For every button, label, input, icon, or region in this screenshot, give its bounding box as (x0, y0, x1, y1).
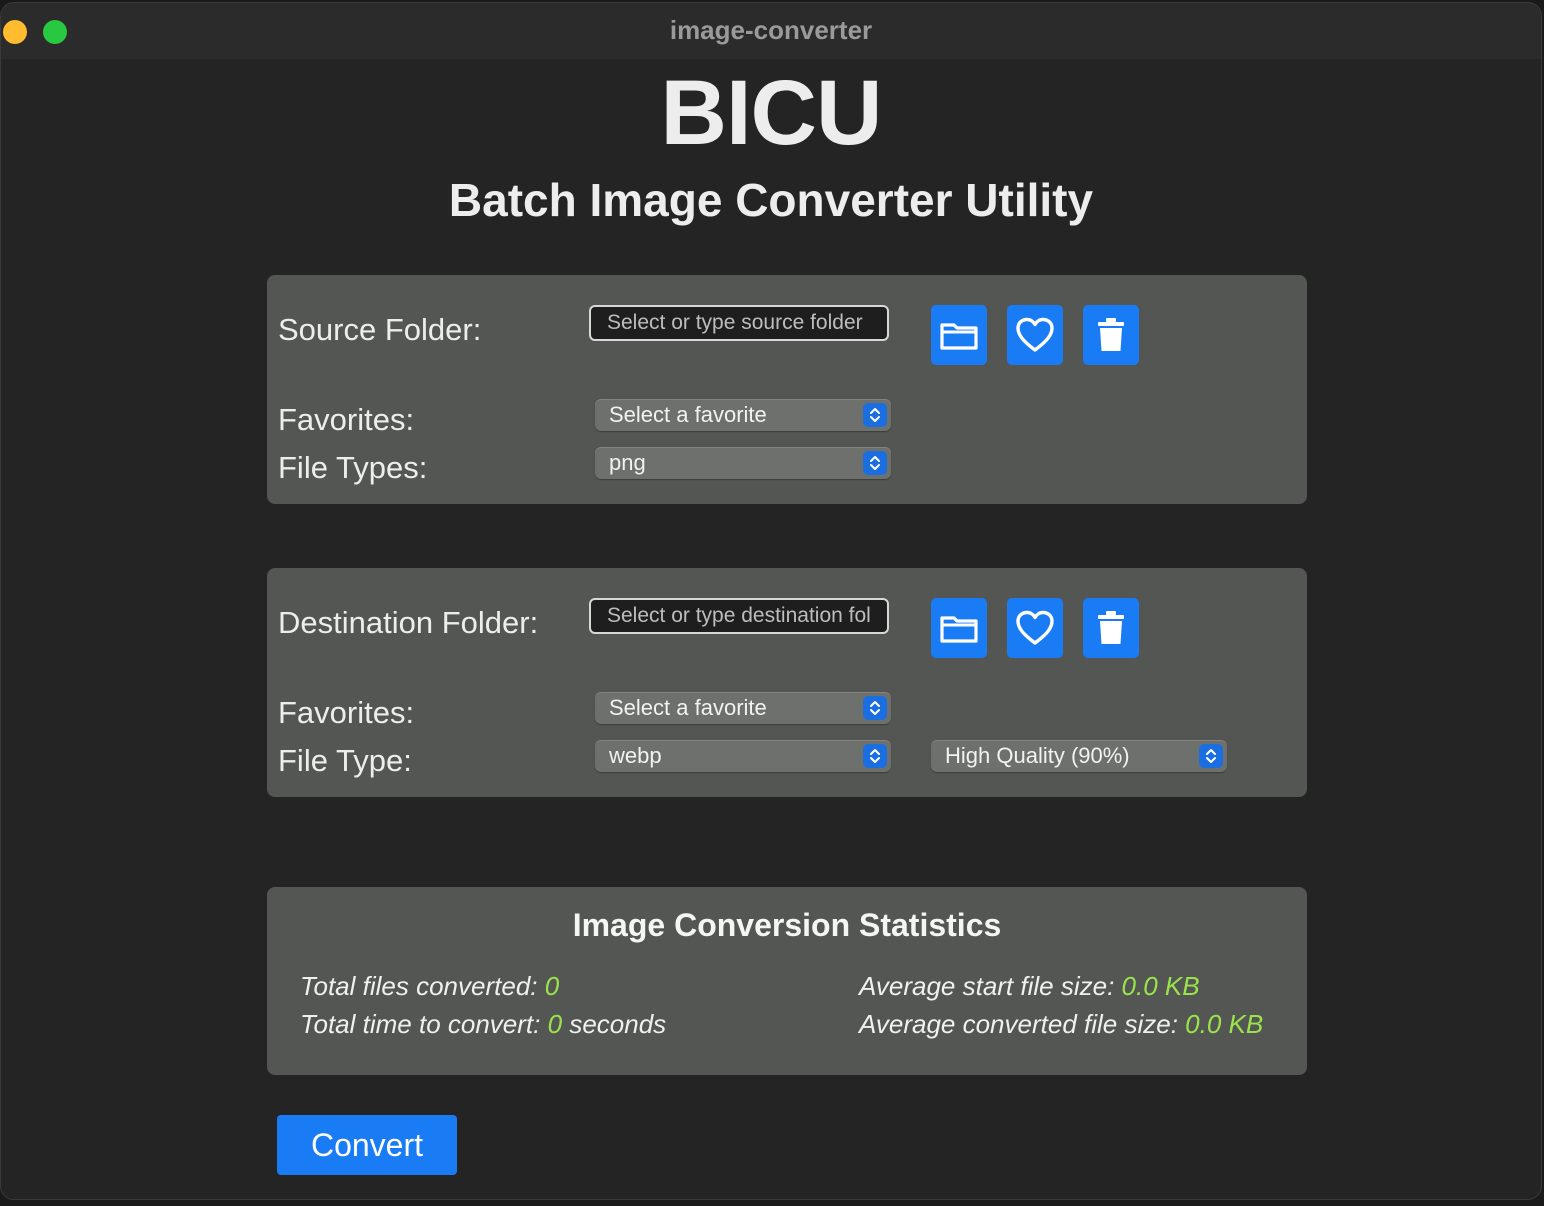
destination-favorites-label: Favorites: (278, 695, 415, 730)
chevron-up-down-icon (863, 696, 887, 720)
destination-quality-select[interactable]: High Quality (90%) (931, 740, 1227, 772)
stat-average-converted-size: Average converted file size: 0.0 KB (859, 1009, 1263, 1040)
source-folder-input[interactable] (589, 305, 889, 341)
stat-average-start-size-label: Average start file size: (859, 971, 1115, 1001)
title-bar: image-converter (1, 3, 1541, 59)
heart-icon (1016, 610, 1054, 645)
destination-add-favorite-button[interactable] (1007, 598, 1063, 658)
source-folder-label: Source Folder: (278, 312, 482, 347)
statistics-title: Image Conversion Statistics (572, 907, 1002, 943)
source-panel: Source Folder: Favorites: Select a favor… (267, 275, 1307, 504)
stat-average-converted-size-value: 0.0 KB (1185, 1009, 1264, 1039)
destination-clear-button[interactable] (1083, 598, 1139, 658)
statistics-panel: Image Conversion Statistics Total files … (267, 887, 1307, 1075)
stat-average-converted-size-label: Average converted file size: (859, 1009, 1178, 1039)
destination-filetype-label: File Type: (278, 743, 412, 778)
destination-favorites-select[interactable]: Select a favorite (595, 692, 891, 724)
app-window: image-converter BICU Batch Image Convert… (0, 2, 1542, 1200)
source-filetypes-select[interactable]: png (595, 447, 891, 479)
stat-total-files-label: Total files converted: (300, 971, 538, 1001)
stat-average-start-size: Average start file size: 0.0 KB (859, 971, 1200, 1002)
app-title: BICU (660, 62, 883, 164)
chevron-up-down-icon (863, 744, 887, 768)
window-title: image-converter (669, 15, 873, 45)
stat-average-start-size-value: 0.0 KB (1121, 971, 1200, 1001)
source-filetypes-label: File Types: (278, 450, 428, 485)
trash-icon (1098, 318, 1124, 351)
chevron-up-down-icon (1199, 744, 1223, 768)
folder-icon (940, 616, 978, 643)
destination-browse-folder-button[interactable] (931, 598, 987, 658)
chevron-up-down-icon (863, 403, 887, 427)
destination-favorites-value: Select a favorite (609, 695, 767, 720)
source-favorites-select[interactable]: Select a favorite (595, 399, 891, 431)
destination-quality-value: High Quality (90%) (945, 743, 1130, 768)
convert-button[interactable]: Convert (277, 1115, 457, 1175)
stat-total-files: Total files converted: 0 (300, 971, 559, 1002)
folder-icon (940, 323, 978, 350)
source-favorites-label: Favorites: (278, 402, 415, 437)
destination-filetype-value: webp (609, 743, 662, 768)
destination-filetype-select[interactable]: webp (595, 740, 891, 772)
trash-icon (1098, 611, 1124, 644)
stat-total-time-unit: seconds (569, 1009, 667, 1039)
stat-total-time-value: 0 (547, 1009, 563, 1039)
source-favorites-value: Select a favorite (609, 402, 767, 427)
heart-icon (1016, 317, 1054, 352)
stat-total-time-label: Total time to convert: (300, 1009, 541, 1039)
source-browse-folder-button[interactable] (931, 305, 987, 365)
destination-folder-input[interactable] (589, 598, 889, 634)
source-filetypes-value: png (609, 450, 646, 475)
destination-folder-label: Destination Folder: (278, 605, 539, 640)
source-clear-button[interactable] (1083, 305, 1139, 365)
stat-total-files-value: 0 (544, 971, 560, 1001)
app-subtitle: Batch Image Converter Utility (448, 174, 1094, 226)
chevron-up-down-icon (863, 451, 887, 475)
source-add-favorite-button[interactable] (1007, 305, 1063, 365)
destination-panel: Destination Folder: Favorites: Select a … (267, 568, 1307, 797)
stat-total-time: Total time to convert: 0 seconds (300, 1009, 666, 1040)
